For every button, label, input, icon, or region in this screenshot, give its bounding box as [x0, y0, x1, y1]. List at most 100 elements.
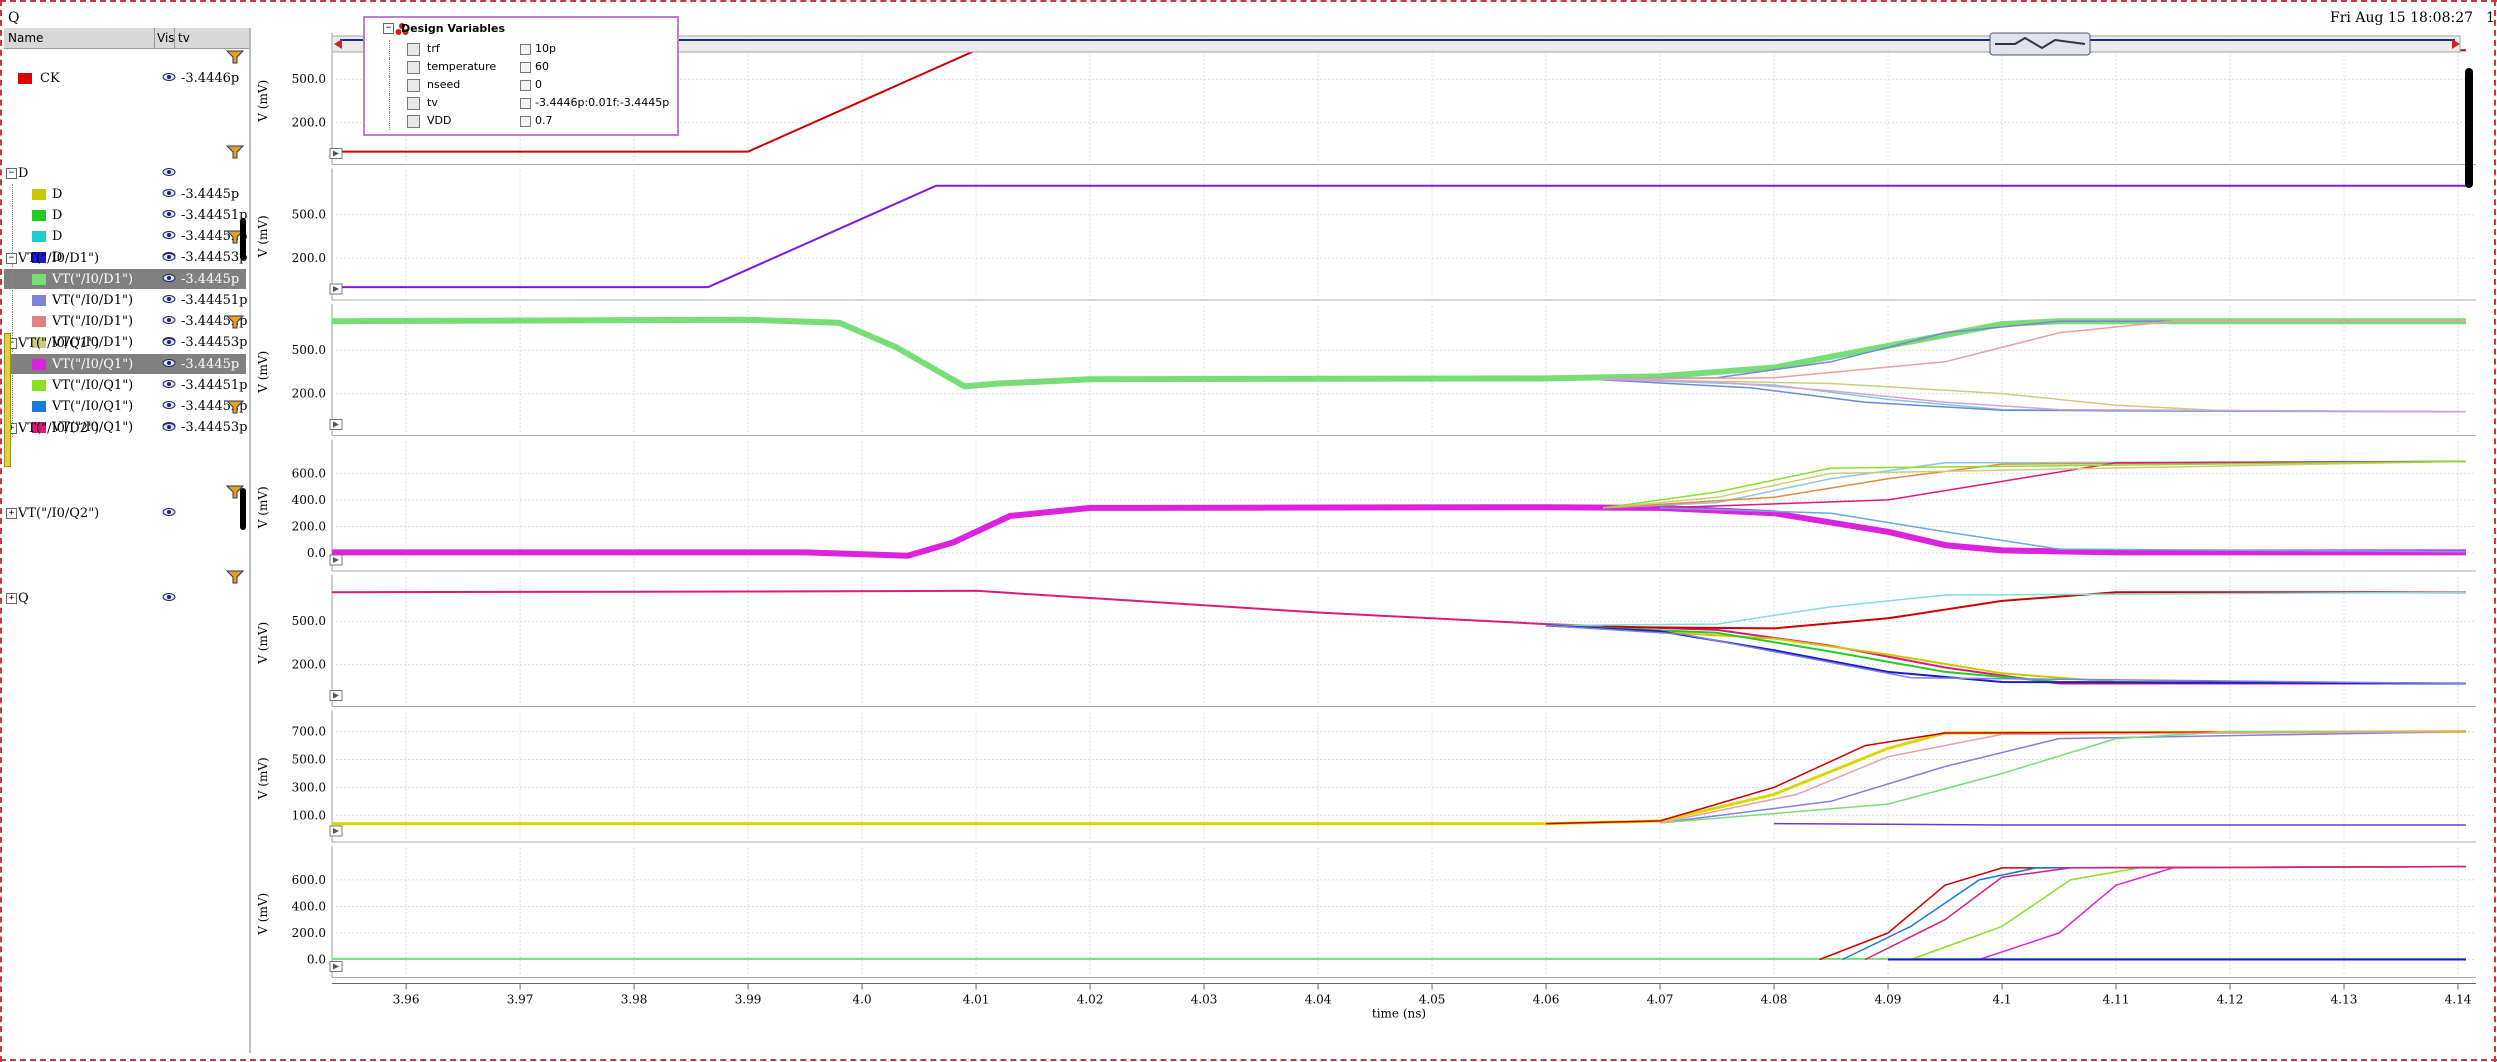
visibility-eye-icon[interactable] — [162, 229, 176, 241]
design-variable-row[interactable]: VDD 0.7 — [365, 112, 675, 130]
visibility-eye-icon[interactable] — [162, 71, 176, 83]
signal-group-row[interactable]: + VT("/I0/D2") — [4, 418, 246, 438]
waveform-series[interactable] — [1546, 591, 2467, 627]
design-variable-row[interactable]: trf 10p — [365, 40, 675, 58]
filter-icon[interactable] — [226, 315, 244, 329]
waveform-series[interactable] — [1603, 460, 2467, 509]
group-scroll-marker[interactable] — [240, 218, 246, 260]
signal-row[interactable]: VT("/I0/Q1") -3.44452p — [4, 396, 247, 416]
header-name[interactable]: Name — [8, 31, 43, 45]
waveform-series[interactable] — [331, 316, 2466, 390]
variable-value[interactable]: -3.4446p:0.01f:-3.4445p — [535, 96, 669, 109]
visibility-eye-icon[interactable] — [162, 399, 176, 411]
signal-group-row[interactable]: − D — [4, 163, 246, 183]
y-axis-label: V (mV) — [256, 486, 270, 529]
signal-row[interactable]: D -3.44451p — [4, 205, 247, 225]
waveform-series[interactable] — [331, 589, 2466, 685]
group-scroll-marker[interactable] — [240, 488, 246, 530]
signal-name: VT("/I0/Q1") — [52, 378, 134, 393]
variable-value[interactable]: 0.7 — [535, 114, 553, 127]
signal-row[interactable]: VT("/I0/D1") -3.44452p — [4, 311, 247, 331]
plot-area[interactable]: 200.0 500.0 V (mV) 200.0 500.0 V (mV) 200.0 500… — [250, 28, 2490, 1058]
signal-tv-value: -3.4446p — [181, 71, 240, 86]
waveform-series[interactable] — [332, 504, 2466, 559]
design-variable-row[interactable]: nseed 0 — [365, 76, 675, 94]
waveform-series[interactable] — [1546, 730, 2467, 825]
y-tick-label: 500.0 — [292, 72, 326, 86]
waveform-series[interactable] — [1602, 460, 2467, 509]
signal-row[interactable]: VT("/I0/Q1") -3.44451p — [4, 375, 247, 395]
variable-value[interactable]: 10p — [535, 42, 556, 55]
waveform-series[interactable] — [1603, 591, 2466, 630]
x-tick-label: 4.01 — [963, 993, 990, 1007]
variable-checkbox[interactable] — [520, 44, 531, 55]
signal-group-row[interactable]: + VT("/I0/Q2") — [4, 503, 246, 523]
expand-icon[interactable]: + — [6, 593, 17, 604]
vertical-scroll-marker[interactable] — [2465, 68, 2473, 188]
waveform-chart[interactable]: 200.0 500.0 V (mV) 200.0 500.0 V (mV) 200.0 500… — [250, 28, 2490, 1058]
filter-icon[interactable] — [226, 570, 244, 584]
waveform-series[interactable] — [1773, 822, 2466, 826]
signal-group-row[interactable]: − VT("/I0/D1") — [4, 248, 246, 268]
signal-row[interactable]: VT("/I0/D1") -3.44451p — [4, 290, 247, 310]
signal-color-swatch — [32, 210, 46, 221]
visibility-eye-icon[interactable] — [162, 208, 176, 220]
signal-name: VT("/I0/D1") — [52, 272, 134, 287]
signal-group-row[interactable]: + Q — [4, 588, 246, 608]
waveform-series[interactable] — [1819, 865, 2467, 961]
signal-row[interactable]: VT("/I0/D1") -3.4445p — [4, 269, 246, 289]
variable-value[interactable]: 60 — [535, 60, 549, 73]
waveform-series[interactable] — [1842, 865, 2467, 961]
design-variable-row[interactable]: temperature 60 — [365, 58, 675, 76]
variable-checkbox[interactable] — [520, 80, 531, 91]
x-tick-label: 4.1 — [1992, 993, 2011, 1007]
visibility-eye-icon[interactable] — [162, 421, 176, 433]
y-tick-label: 600.0 — [292, 873, 326, 887]
waveform-series[interactable] — [1603, 379, 2467, 413]
visibility-eye-icon[interactable] — [162, 506, 176, 518]
waveform-series[interactable] — [1864, 865, 2467, 961]
collapse-icon[interactable]: − — [6, 168, 17, 179]
collapse-icon[interactable]: − — [6, 253, 17, 264]
signal-row[interactable]: D -3.4445p — [4, 184, 246, 204]
filter-icon[interactable] — [226, 145, 244, 159]
waveform-series[interactable] — [1978, 865, 2467, 961]
visibility-eye-icon[interactable] — [162, 272, 176, 284]
filter-icon[interactable] — [226, 400, 244, 414]
header-vis[interactable]: Vis — [157, 31, 175, 45]
variable-value[interactable]: 0 — [535, 78, 542, 91]
visibility-eye-icon[interactable] — [162, 336, 176, 348]
variable-checkbox[interactable] — [520, 116, 531, 127]
visibility-eye-icon[interactable] — [162, 251, 176, 263]
waveform-series[interactable] — [332, 184, 2466, 289]
visibility-eye-icon[interactable] — [162, 293, 176, 305]
signal-name: VT("/I0/Q1") — [52, 357, 134, 372]
collapse-icon[interactable]: − — [383, 23, 394, 34]
header-tv[interactable]: tv — [178, 31, 190, 45]
signal-row[interactable]: VT("/I0/Q1") -3.4445p — [4, 354, 246, 374]
signal-group-row[interactable]: − VT("/I0/Q1") — [4, 333, 246, 353]
waveform-series[interactable] — [1603, 378, 2467, 413]
visibility-eye-icon[interactable] — [162, 357, 176, 369]
waveform-series[interactable] — [1910, 865, 2467, 961]
visibility-eye-icon[interactable] — [162, 314, 176, 326]
browser-header: Name Vis tv — [4, 28, 249, 49]
waveform-series[interactable] — [1603, 460, 2467, 509]
visibility-eye-icon[interactable] — [162, 187, 176, 199]
filter-icon[interactable] — [226, 50, 244, 64]
visibility-eye-icon[interactable] — [162, 166, 176, 178]
waveform-series[interactable] — [1660, 730, 2466, 824]
visibility-eye-icon[interactable] — [162, 378, 176, 390]
waveform-series[interactable] — [1603, 460, 2467, 509]
signal-group-row[interactable]: CK -3.4446p — [4, 68, 246, 88]
waveform-series[interactable] — [1660, 730, 2467, 824]
variable-checkbox[interactable] — [520, 62, 531, 73]
waveform-series[interactable] — [1659, 730, 2467, 824]
waveform-series[interactable] — [1546, 624, 2467, 685]
waveform-series[interactable] — [332, 730, 2467, 826]
design-variable-row[interactable]: tv -3.4446p:0.01f:-3.4445p — [365, 94, 675, 112]
variable-checkbox[interactable] — [520, 98, 531, 109]
expand-icon[interactable]: + — [6, 508, 17, 519]
visibility-eye-icon[interactable] — [162, 591, 176, 603]
signal-row[interactable]: D -3.44452p — [4, 226, 247, 246]
